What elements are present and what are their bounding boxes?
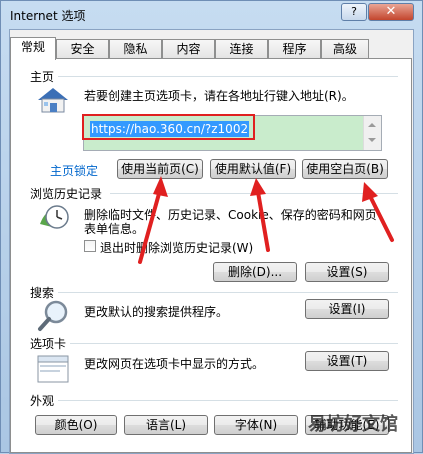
arrow-to-use-blank [368, 194, 394, 242]
arrow-to-use-default [256, 190, 270, 252]
watermark-text: 易坊好文馆 [308, 414, 398, 435]
arrowhead-use-default [250, 178, 266, 196]
arrow-to-use-current [138, 188, 162, 264]
tab-general[interactable]: 常规 [10, 37, 56, 60]
annotation-arrows [138, 176, 394, 264]
arrowhead-use-blank [362, 182, 378, 202]
arrowhead-use-current [153, 176, 168, 197]
